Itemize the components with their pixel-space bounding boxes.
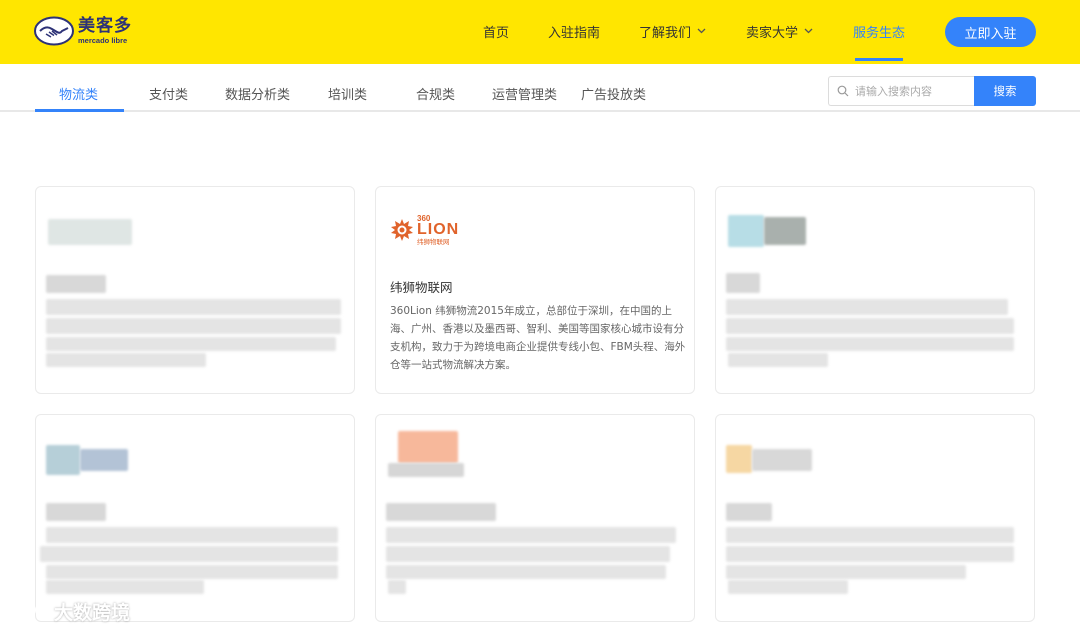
service-card[interactable]	[35, 414, 355, 622]
description-line	[726, 565, 966, 579]
description-line	[46, 353, 206, 367]
description-line	[46, 337, 336, 351]
service-card[interactable]	[715, 414, 1035, 622]
company-logo	[726, 445, 752, 473]
tab-data-analysis[interactable]: 数据分析类	[225, 84, 290, 103]
company-logo	[46, 445, 80, 475]
description-line	[46, 565, 338, 579]
description-line	[46, 299, 341, 315]
description-line	[728, 353, 828, 367]
description-line	[46, 527, 338, 543]
description-line	[726, 546, 1014, 562]
company-name	[46, 503, 106, 521]
brand-name-en: mercado libre	[78, 35, 128, 45]
watermark-text: 大数跨境	[54, 602, 131, 624]
company-logo	[398, 431, 458, 463]
description-line	[46, 318, 341, 334]
service-card[interactable]	[715, 186, 1035, 394]
tab-training[interactable]: 培训类	[328, 84, 367, 103]
nav-active-indicator	[855, 58, 903, 61]
chevron-down-icon	[804, 27, 813, 37]
watermark: 大数跨境	[8, 598, 130, 625]
search-field	[828, 76, 974, 106]
tab-advertising[interactable]: 广告投放类	[581, 84, 646, 103]
top-header: 美客多 mercado libre 首页 入驻指南 了解我们 卖家大学 服务生态…	[0, 0, 1080, 64]
service-card[interactable]: 360 LION 纬狮物联网 纬狮物联网 360Lion 纬狮物流2015年成立…	[375, 186, 695, 394]
nav-guide[interactable]: 入驻指南	[548, 22, 600, 41]
nav-service-ecosystem[interactable]: 服务生态	[853, 22, 905, 41]
search-icon	[837, 85, 849, 97]
lion-emblem-icon	[391, 219, 413, 242]
description-line	[46, 580, 204, 594]
nav-home-label: 首页	[483, 26, 510, 41]
company-logo-part	[80, 449, 128, 471]
tab-active-indicator	[35, 109, 124, 112]
tab-payment[interactable]: 支付类	[149, 84, 188, 103]
description-line	[728, 580, 848, 594]
service-card[interactable]	[35, 186, 355, 394]
description-line	[726, 299, 1008, 315]
handshake-icon	[34, 16, 74, 46]
tab-compliance[interactable]: 合规类	[416, 84, 455, 103]
search-input[interactable]	[855, 84, 965, 98]
tab-logistics[interactable]: 物流类	[59, 84, 98, 103]
search-button[interactable]: 搜索	[974, 76, 1036, 106]
chevron-down-icon	[697, 27, 706, 37]
nav-service-ecosystem-label: 服务生态	[853, 26, 906, 41]
brand-logo[interactable]: 美客多 mercado libre	[34, 16, 132, 46]
description-line	[726, 318, 1014, 334]
card-description: 360Lion 纬狮物流2015年成立，总部位于深圳，在中国的上海、广州、香港以…	[390, 305, 686, 371]
company-name	[726, 503, 772, 521]
company-name	[46, 275, 106, 293]
join-now-button[interactable]: 立即入驻	[945, 17, 1036, 47]
description-line	[386, 546, 670, 562]
company-logo	[728, 215, 764, 247]
nav-about-label: 了解我们	[639, 26, 692, 41]
description-line	[386, 527, 676, 543]
company-name	[726, 273, 760, 293]
lion-logo-caption: 纬狮物联网	[417, 238, 450, 246]
company-logo	[48, 219, 132, 245]
company-logo-part	[752, 449, 812, 471]
tab-operations[interactable]: 运营管理类	[492, 84, 557, 103]
service-card[interactable]	[375, 414, 695, 622]
description-line	[40, 546, 338, 562]
company-logo-part	[764, 217, 806, 245]
lion-logo: 360 LION 纬狮物联网	[389, 215, 459, 246]
nav-home[interactable]: 首页	[483, 22, 509, 41]
category-tabs: 物流类 支付类 数据分析类 培训类 合规类 运营管理类 广告投放类 搜索	[0, 64, 1080, 112]
description-line	[726, 337, 1014, 351]
card-title: 纬狮物联网	[390, 280, 453, 295]
nav-university-label: 卖家大学	[746, 26, 799, 41]
nav-university[interactable]: 卖家大学	[746, 22, 813, 41]
nav-about[interactable]: 了解我们	[639, 22, 706, 41]
description-line	[388, 580, 406, 594]
company-logo-part	[388, 463, 464, 477]
description-line	[386, 565, 666, 579]
nav-guide-label: 入驻指南	[548, 26, 601, 41]
lion-logo-word: LION	[417, 221, 460, 238]
brand-name-cn: 美客多	[78, 15, 132, 36]
company-name	[386, 503, 496, 521]
watermark-logo-icon	[8, 603, 47, 620]
description-line	[726, 527, 1014, 543]
